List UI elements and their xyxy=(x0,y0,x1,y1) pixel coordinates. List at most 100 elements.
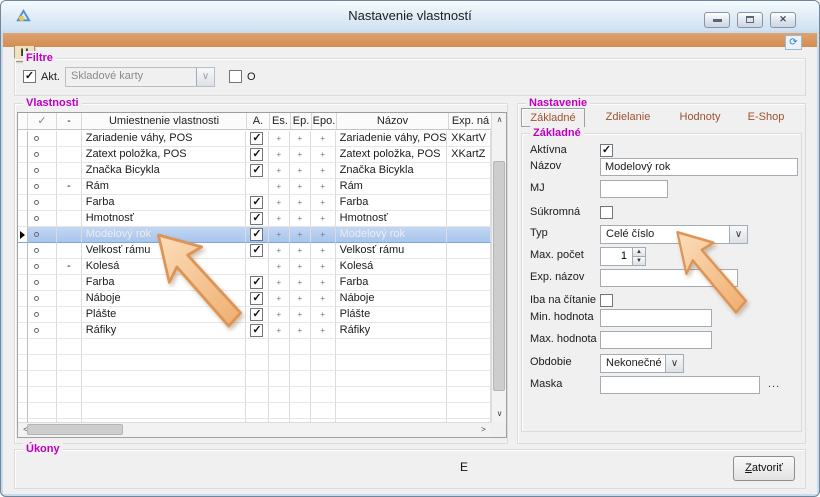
table-row[interactable] xyxy=(18,403,491,419)
akt-checkbox[interactable]: ✓ xyxy=(23,70,36,83)
grid-header-cell[interactable]: Názov xyxy=(337,113,449,129)
field-checkbox[interactable]: ✓ xyxy=(600,144,613,157)
row-active-checkbox[interactable]: ✓ xyxy=(250,292,263,305)
chevron-down-icon[interactable]: ∨ xyxy=(729,226,747,243)
row-active-checkbox[interactable]: ✓ xyxy=(250,148,263,161)
grid-header-cell[interactable]: - xyxy=(57,113,82,129)
table-row[interactable]: Zatext položka, POS✓+++Zatext položka, P… xyxy=(18,147,491,163)
table-row[interactable]: Farba✓+++Farba xyxy=(18,195,491,211)
chevron-down-icon[interactable]: ∨ xyxy=(665,355,683,372)
field-input[interactable] xyxy=(600,309,712,327)
nazov-cell: Plášte xyxy=(336,307,448,323)
grid-body[interactable]: Zariadenie váhy, POS✓+++Zariadenie váhy,… xyxy=(18,131,491,422)
spinner-down-icon[interactable]: ▼ xyxy=(633,257,645,266)
typ-dropdown[interactable]: Celé číslo∨ xyxy=(600,225,748,244)
scroll-up-icon[interactable]: ∧ xyxy=(492,113,507,128)
field-label: Iba na čítanie xyxy=(530,294,596,306)
table-row[interactable]: Modelový rok✓+++Modelový rok xyxy=(18,227,491,243)
ellipsis-button[interactable]: ... xyxy=(768,378,780,390)
row-circle-icon xyxy=(34,152,39,157)
row-circle-icon xyxy=(34,232,39,237)
table-row[interactable]: -Kolesá+++Kolesá xyxy=(18,259,491,275)
grid-header-cell[interactable]: Exp. ná xyxy=(449,113,493,129)
field-checkbox[interactable] xyxy=(600,206,613,219)
dot-mark: + xyxy=(269,195,289,210)
scrollbar-corner xyxy=(491,422,506,437)
row-active-checkbox[interactable]: ✓ xyxy=(250,212,263,225)
umiestnenie-cell: Farba xyxy=(82,195,246,211)
umiestnenie-cell: Velkosť rámu xyxy=(82,243,246,259)
close-window-button[interactable]: ✕ xyxy=(770,12,796,28)
table-row[interactable]: Zariadenie váhy, POS✓+++Zariadenie váhy,… xyxy=(18,131,491,147)
row-active-checkbox[interactable]: ✓ xyxy=(250,196,263,209)
field-input[interactable] xyxy=(600,331,712,349)
table-row[interactable]: Plášte✓+++Plášte xyxy=(18,307,491,323)
row-active-checkbox[interactable]: ✓ xyxy=(250,308,263,321)
vertical-scrollbar[interactable]: ∧ ∨ xyxy=(491,113,506,422)
exp-cell xyxy=(447,195,491,211)
close-button[interactable]: Zatvoriť xyxy=(733,456,795,481)
spinner-up-icon[interactable]: ▲ xyxy=(633,248,645,257)
field-row-exp-n-zov: Exp. názov xyxy=(522,269,801,289)
table-row[interactable]: Farba✓+++Farba xyxy=(18,275,491,291)
row-circle-icon xyxy=(34,168,39,173)
field-input[interactable] xyxy=(600,376,760,394)
row-active-checkbox[interactable]: ✓ xyxy=(250,276,263,289)
table-row[interactable]: Velkosť rámu✓+++Velkosť rámu xyxy=(18,243,491,259)
row-active-checkbox[interactable]: ✓ xyxy=(250,324,263,337)
window-title: Nastavenie vlastností xyxy=(1,8,819,23)
dot-mark: + xyxy=(290,195,310,210)
field-label: Súkromná xyxy=(530,206,580,218)
properties-grid[interactable]: ✓-Umiestnenie vlastnostiA.Es.Ep.Epo.Názo… xyxy=(17,112,507,438)
field-dropdown[interactable]: Nekonečné∨ xyxy=(600,354,684,373)
grid-header-row[interactable]: ✓-Umiestnenie vlastnostiA.Es.Ep.Epo.Názo… xyxy=(18,113,493,130)
table-row[interactable] xyxy=(18,371,491,387)
table-row[interactable]: Náboje✓+++Náboje xyxy=(18,291,491,307)
tab-eshop[interactable]: E-Shop xyxy=(740,108,792,127)
properties-group-label: Vlastnosti xyxy=(23,96,82,110)
table-row[interactable] xyxy=(18,387,491,403)
grid-header-cell[interactable]: A. xyxy=(247,113,270,129)
grid-header-corner[interactable] xyxy=(18,113,28,129)
row-active-checkbox[interactable]: ✓ xyxy=(250,132,263,145)
grid-header-cell[interactable]: Es. xyxy=(270,113,291,129)
scroll-down-icon[interactable]: ∨ xyxy=(492,407,507,422)
field-input[interactable] xyxy=(600,180,668,198)
dot-mark: + xyxy=(311,163,335,178)
nazov-input[interactable]: Modelový rok xyxy=(600,158,798,176)
table-row[interactable] xyxy=(18,355,491,371)
field-checkbox[interactable] xyxy=(600,294,613,307)
grid-header-cell[interactable]: Umiestnenie vlastnosti xyxy=(82,113,247,129)
tab-zakladne[interactable]: Základné xyxy=(521,108,585,127)
tab-hodnoty[interactable]: Hodnoty xyxy=(672,108,728,127)
o-checkbox[interactable] xyxy=(229,70,242,83)
minimize-button[interactable] xyxy=(704,12,730,28)
row-active-checkbox[interactable]: ✓ xyxy=(250,228,263,241)
chevron-down-icon[interactable]: ∨ xyxy=(196,68,214,86)
exp-cell xyxy=(447,259,491,275)
vertical-scroll-thumb[interactable] xyxy=(493,161,505,391)
grid-header-cell[interactable]: Ep. xyxy=(291,113,312,129)
filter-dropdown-value: Skladové karty xyxy=(71,70,143,82)
grid-header-cell[interactable]: ✓ xyxy=(28,113,57,129)
max-pocet-spinner[interactable]: 1▲▼ xyxy=(600,247,646,266)
table-row[interactable]: Ráfiky✓+++Ráfiky xyxy=(18,323,491,339)
filter-dropdown[interactable]: Skladové karty ∨ xyxy=(65,67,215,87)
table-row[interactable]: Hmotnosť✓+++Hmotnosť xyxy=(18,211,491,227)
grid-header-cell[interactable]: Epo. xyxy=(312,113,337,129)
row-active-checkbox[interactable]: ✓ xyxy=(250,244,263,257)
refresh-icon[interactable]: ⟳ xyxy=(785,35,802,50)
row-circle-icon xyxy=(34,136,39,141)
table-row[interactable] xyxy=(18,339,491,355)
horizontal-scrollbar[interactable]: < > xyxy=(18,422,491,437)
scroll-right-icon[interactable]: > xyxy=(476,423,491,437)
tab-zdielanie[interactable]: Zdielanie xyxy=(597,108,659,127)
titlebar[interactable]: Nastavenie vlastností ✕ xyxy=(1,1,819,31)
horizontal-scroll-thumb[interactable] xyxy=(27,424,123,435)
row-circle-icon xyxy=(34,248,39,253)
table-row[interactable]: Značka Bicykla✓+++Značka Bicykla xyxy=(18,163,491,179)
field-input[interactable] xyxy=(600,269,738,287)
row-active-checkbox[interactable]: ✓ xyxy=(250,164,263,177)
maximize-button[interactable] xyxy=(737,12,763,28)
table-row[interactable]: -Rám+++Rám xyxy=(18,179,491,195)
